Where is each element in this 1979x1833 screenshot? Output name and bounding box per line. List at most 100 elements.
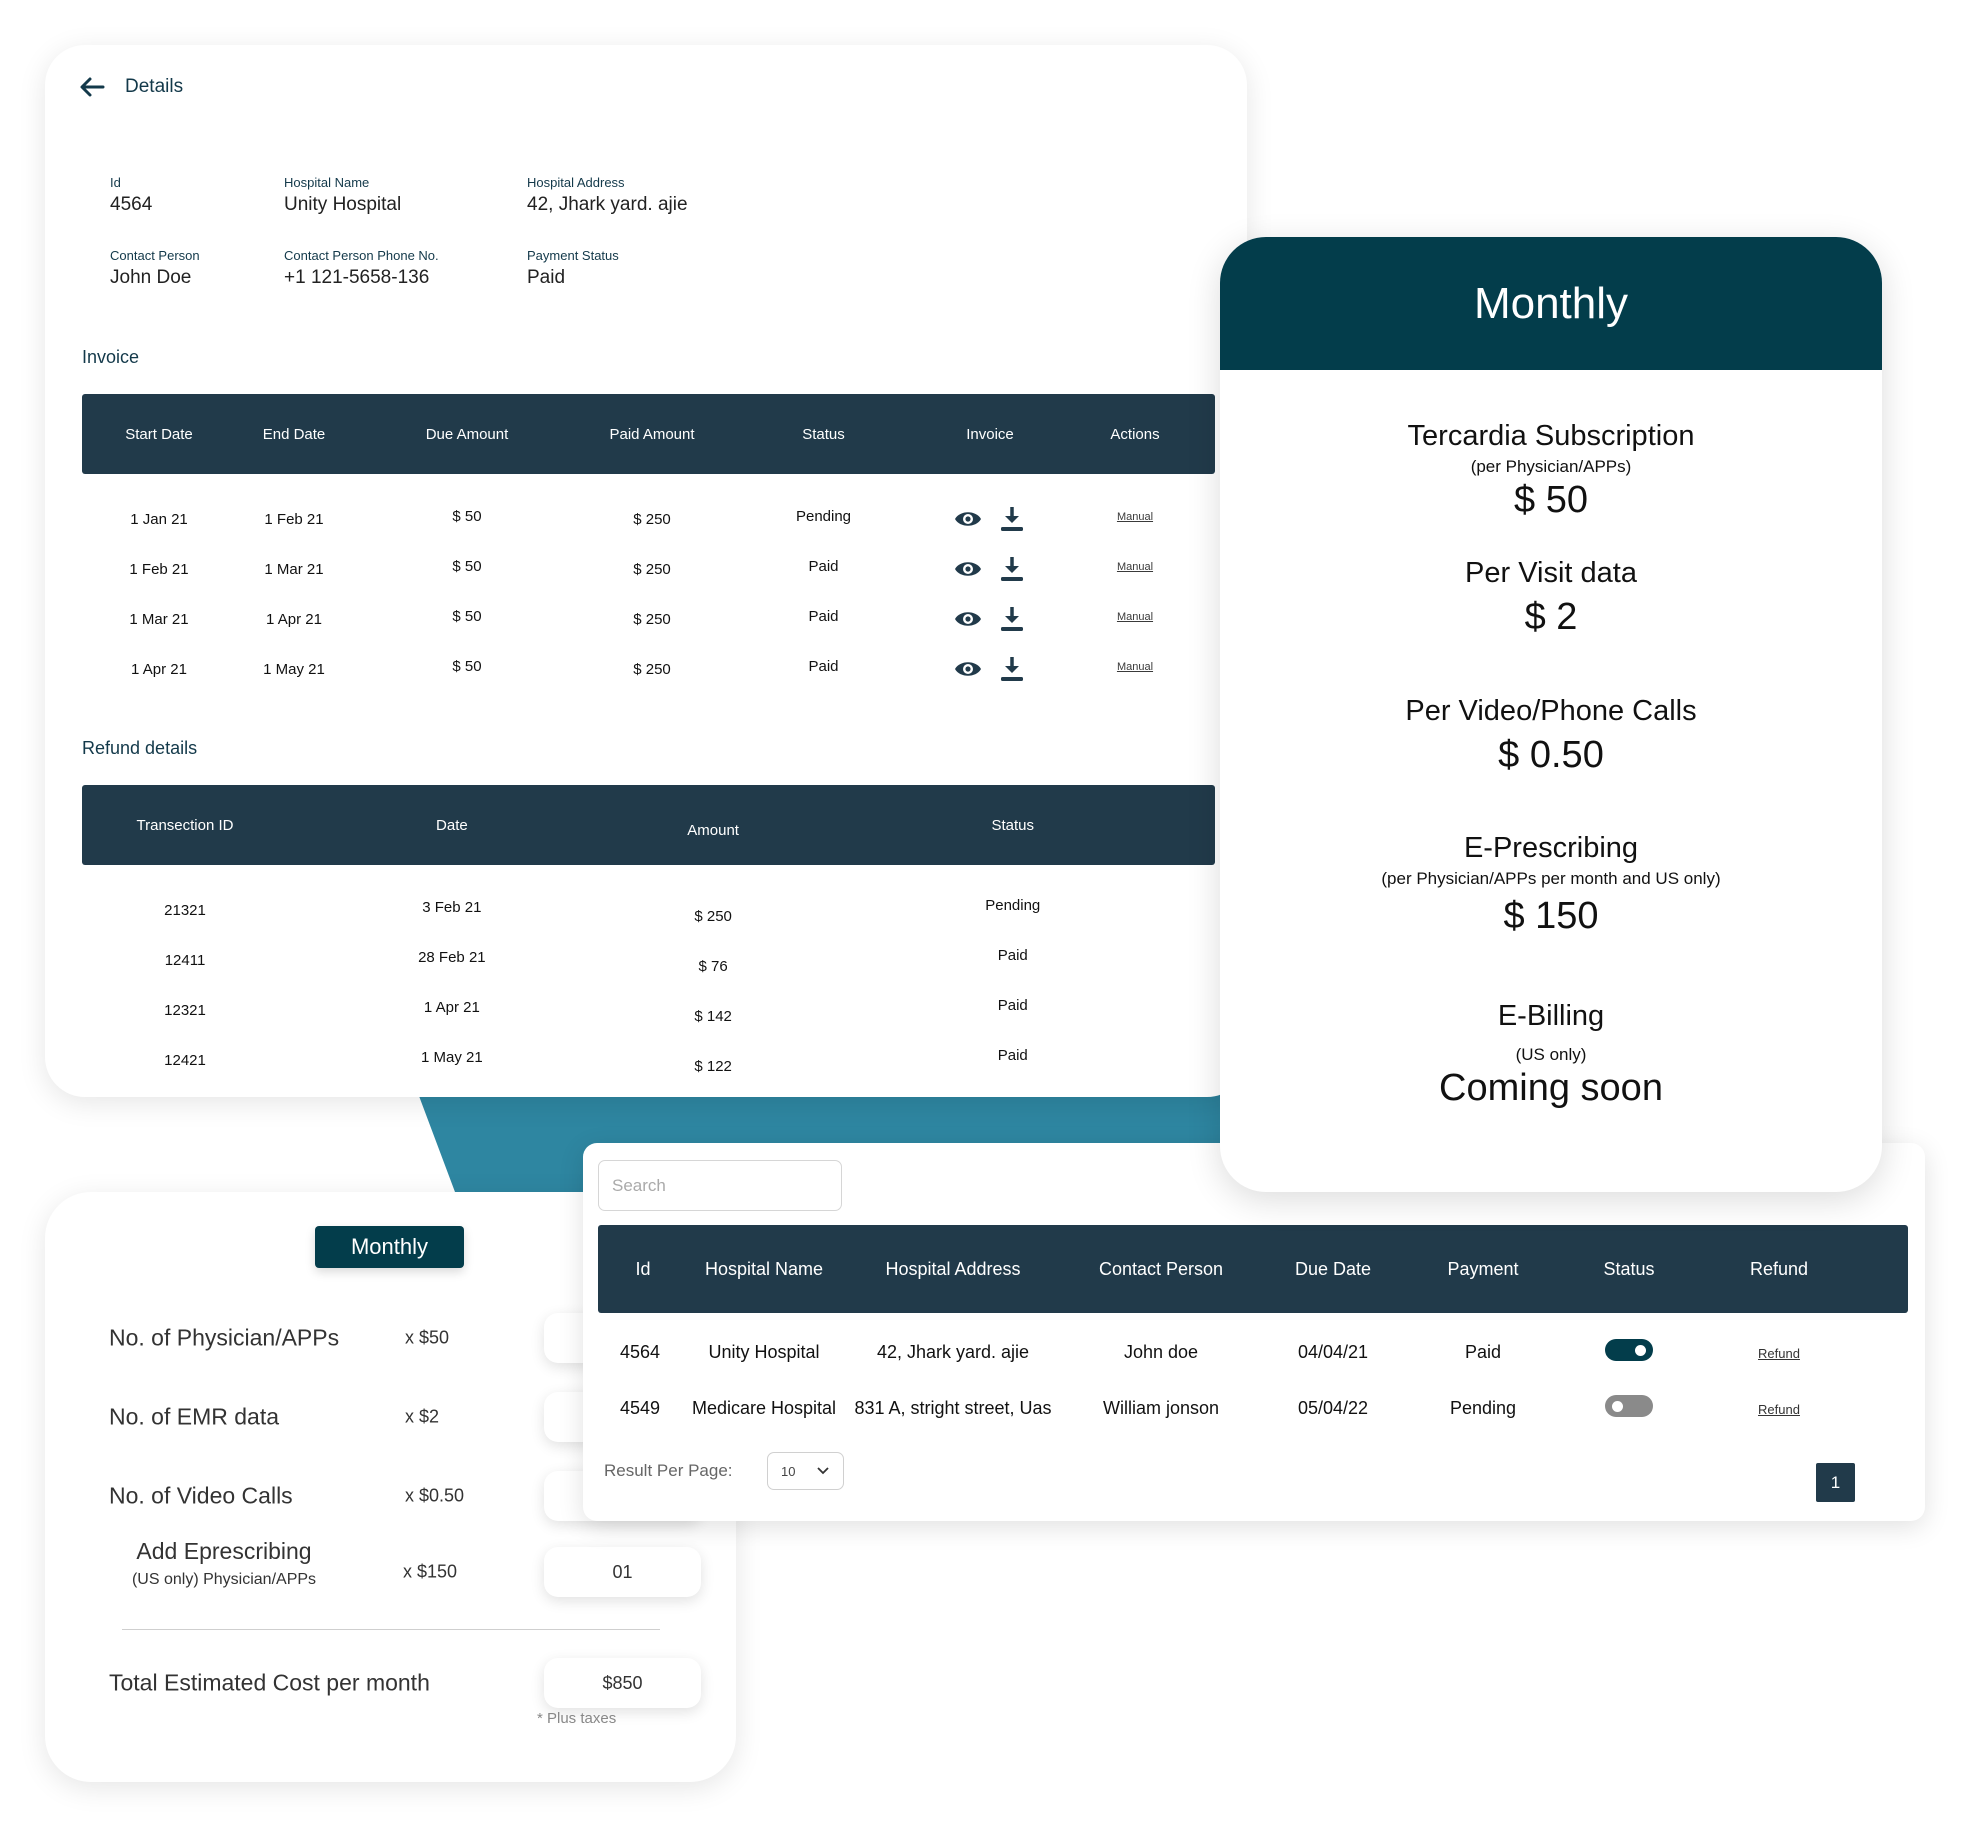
cell-invoice-actions [925, 604, 1055, 634]
price-name: Per Video/Phone Calls [1405, 695, 1697, 727]
cell-amount: $ 142 [694, 1007, 732, 1025]
hospital-table-header: Id Hospital Name Hospital Address Contac… [598, 1225, 1908, 1313]
refund-link[interactable]: Refund [1758, 1402, 1800, 1417]
col-actions: Actions [1110, 425, 1160, 443]
manual-link[interactable]: Manual [1117, 661, 1153, 673]
col-hospital-name: Hospital Name [704, 1258, 824, 1279]
status-toggle[interactable] [1605, 1394, 1653, 1417]
eye-icon[interactable] [953, 654, 983, 684]
price-name: Tercardia Subscription [1407, 420, 1695, 452]
col-hospital-address: Hospital Address [885, 1258, 1021, 1279]
price-value: $ 0.50 [1498, 734, 1604, 776]
eprescribing-input[interactable] [544, 1547, 701, 1597]
field-value: 42, Jhark yard. ajie [527, 194, 688, 215]
cell-action: Manual [1055, 557, 1215, 574]
calc-multiplier: x $2 [405, 1406, 440, 1427]
cell-date: 3 Feb 21 [422, 898, 482, 916]
price-note: (per Physician/APPs) [1470, 457, 1632, 476]
manual-link[interactable]: Manual [1117, 511, 1153, 523]
cell-invoice-actions [925, 654, 1055, 684]
eye-icon[interactable] [953, 554, 983, 584]
cell-payment: Paid [1464, 1341, 1502, 1362]
cell-end-date: 1 Mar 21 [264, 560, 324, 578]
download-icon[interactable] [997, 654, 1027, 684]
col-amount: Amount [687, 821, 739, 839]
cell-contact-person: John doe [1123, 1341, 1199, 1362]
col-id: Id [635, 1258, 651, 1279]
col-invoice: Invoice [966, 425, 1014, 443]
status-toggle[interactable] [1605, 1338, 1653, 1361]
divider [122, 1629, 660, 1630]
cell-hospital-address: 42, Jhark yard. ajie [876, 1341, 1030, 1362]
field-payment-status: Payment Status Paid [527, 248, 787, 289]
total-label: Total Estimated Cost per month [109, 1669, 430, 1696]
col-payment: Payment [1447, 1258, 1519, 1279]
cell-due-amount: $ 50 [452, 607, 482, 625]
download-icon[interactable] [997, 504, 1027, 534]
field-value: Unity Hospital [284, 194, 402, 215]
cell-id: 4549 [620, 1397, 661, 1418]
cell-status: Paid [997, 1046, 1028, 1064]
cell-action: Manual [1055, 657, 1215, 674]
results-per-page-select[interactable]: 10 [767, 1452, 844, 1490]
eye-icon[interactable] [953, 604, 983, 634]
cell-refund: Refund [1702, 1342, 1856, 1363]
page-button-current[interactable]: 1 [1816, 1463, 1855, 1502]
cell-transaction-id: 12321 [164, 1001, 206, 1019]
col-paid-amount: Paid Amount [609, 425, 695, 443]
eye-icon[interactable] [953, 504, 983, 534]
cell-date: 28 Feb 21 [418, 948, 486, 966]
cell-due-amount: $ 50 [452, 507, 482, 525]
price-item-subscription: Tercardia Subscription (per Physician/AP… [1220, 420, 1882, 522]
details-card: Details Id 4564 Hospital Name Unity Hosp… [45, 45, 1247, 1097]
price-value: Coming soon [1439, 1067, 1663, 1109]
col-refund: Refund [1749, 1258, 1809, 1279]
calc-multiplier: x $0.50 [405, 1485, 465, 1506]
download-icon[interactable] [997, 554, 1027, 584]
invoice-row: 1 Jan 21 1 Feb 21 $ 50 $ 250 Pending Manual [82, 494, 1215, 544]
refund-link[interactable]: Refund [1758, 1346, 1800, 1361]
cell-due-amount: $ 50 [452, 557, 482, 575]
download-icon[interactable] [997, 604, 1027, 634]
price-item-video-calls: Per Video/Phone Calls $ 0.50 [1220, 695, 1882, 777]
price-item-e-prescribing: E-Prescribing (per Physician/APPs per mo… [1220, 832, 1882, 938]
toggle-knob [1635, 1344, 1646, 1356]
refund-row: 12321 1 Apr 21 $ 142 Paid [82, 985, 1215, 1035]
price-value: $ 2 [1524, 596, 1578, 638]
manual-link[interactable]: Manual [1117, 611, 1153, 623]
pricing-title: Monthly [1220, 237, 1882, 370]
search-input[interactable] [598, 1160, 842, 1211]
cell-hospital-name: Medicare Hospital [691, 1397, 837, 1418]
price-item-e-billing: E-Billing (US only) Coming soon [1220, 1000, 1882, 1110]
back-arrow-icon[interactable] [77, 72, 107, 102]
manual-link[interactable]: Manual [1117, 561, 1153, 573]
cell-start-date: 1 Feb 21 [129, 560, 189, 578]
field-contact-phone: Contact Person Phone No. +1 121-5658-136 [284, 248, 544, 289]
field-label: Contact Person Phone No. [284, 248, 439, 263]
refund-row: 12421 1 May 21 $ 122 Paid [82, 1035, 1215, 1085]
monthly-tab[interactable]: Monthly [315, 1226, 464, 1268]
invoice-table: Start Date End Date Due Amount Paid Amou… [82, 394, 1215, 694]
cell-due-date: 05/04/22 [1297, 1397, 1369, 1418]
hospital-row[interactable]: 4564 Unity Hospital 42, Jhark yard. ajie Jo… [598, 1324, 1908, 1380]
cell-contact-person: William jonson [1102, 1397, 1220, 1418]
cell-action: Manual [1055, 507, 1215, 524]
monthly-pricing-card: Monthly Tercardia Subscription (per Phys… [1220, 237, 1882, 1192]
cell-transaction-id: 12421 [164, 1051, 206, 1069]
field-label: Payment Status [527, 248, 619, 263]
price-value: $ 150 [1503, 895, 1599, 937]
refund-row: 12411 28 Feb 21 $ 76 Paid [82, 935, 1215, 985]
price-value: $ 50 [1514, 479, 1588, 521]
cell-hospital-address: 831 A, stright street, Uas [854, 1397, 1052, 1418]
cell-transaction-id: 21321 [164, 901, 206, 919]
cell-end-date: 1 Feb 21 [264, 510, 324, 528]
field-hospital-name: Hospital Name Unity Hospital [284, 175, 544, 216]
cell-status: Paid [808, 657, 839, 675]
cell-status: Paid [808, 557, 839, 575]
cell-status: Pending [795, 507, 852, 525]
calc-row-total: Total Estimated Cost per month $850 [109, 1653, 709, 1713]
hospital-row[interactable]: 4549 Medicare Hospital 831 A, stright stre… [598, 1380, 1908, 1436]
invoice-section-title: Invoice [82, 347, 140, 367]
cell-paid-amount: $ 250 [633, 560, 671, 578]
col-end-date: End Date [262, 425, 326, 443]
